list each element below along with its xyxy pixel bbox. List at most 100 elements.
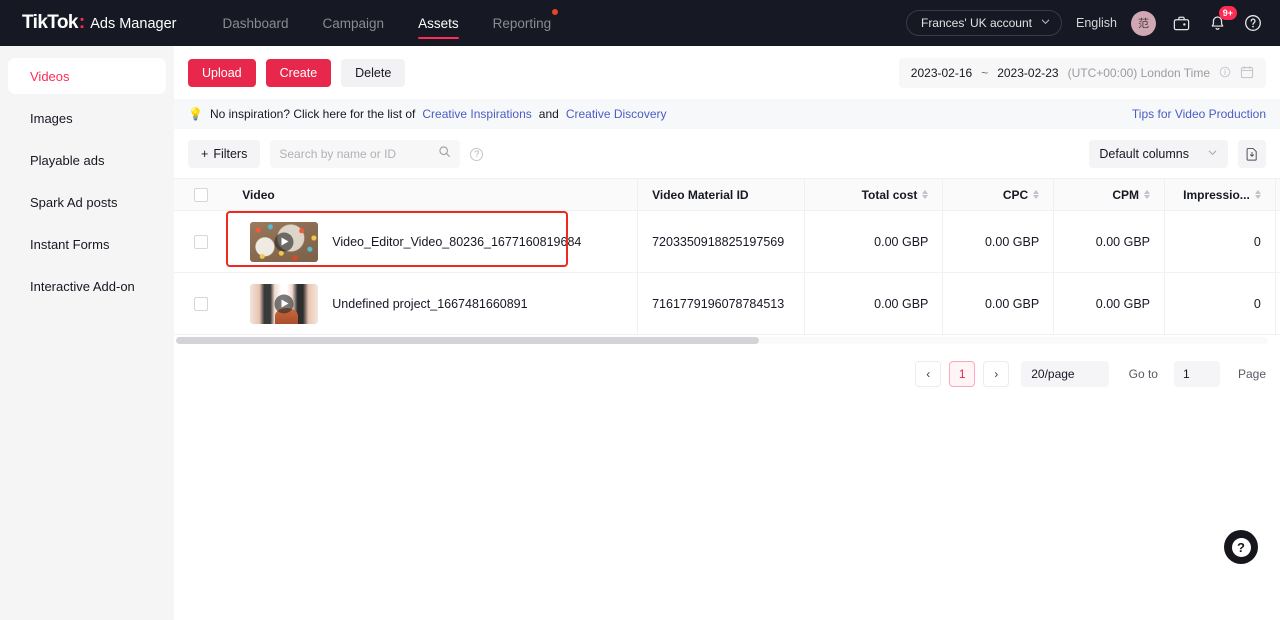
sidebar: Videos Images Playable ads Spark Ad post… — [0, 46, 174, 620]
nav-item-assets[interactable]: Assets — [418, 0, 459, 46]
video-name[interactable]: Undefined project_1667481660891 — [332, 297, 527, 311]
calendar-icon[interactable] — [1240, 65, 1254, 82]
sort-arrows-icon[interactable] — [1144, 190, 1150, 199]
export-button[interactable] — [1238, 140, 1266, 168]
sortable-header[interactable]: CPC — [1002, 187, 1040, 202]
sidebar-item-videos[interactable]: Videos — [8, 58, 166, 94]
delete-button[interactable]: Delete — [341, 59, 406, 87]
header-cpm[interactable]: CPM — [1053, 178, 1165, 211]
goto-page-input[interactable] — [1173, 361, 1220, 387]
sidebar-item-interactive-add-on[interactable]: Interactive Add-on — [8, 268, 166, 304]
sort-arrows-icon[interactable] — [1033, 190, 1040, 199]
language-label: English — [1076, 16, 1117, 30]
header-total-cost[interactable]: Total cost — [804, 178, 944, 211]
sidebar-item-playable-ads[interactable]: Playable ads — [8, 142, 166, 178]
bell-icon[interactable]: 9+ — [1206, 6, 1237, 34]
creative-inspirations-link[interactable]: Creative Inspirations — [422, 107, 531, 121]
row-video-cell[interactable]: Video_Editor_Video_80236_1677160819684 — [228, 210, 639, 273]
scrollbar-thumb[interactable] — [176, 337, 759, 344]
row-cpm: 0.00 GBP — [1053, 210, 1165, 273]
video-thumbnail[interactable] — [250, 283, 319, 324]
avatar-initial: 范 — [1138, 18, 1149, 30]
search-input[interactable] — [279, 147, 439, 161]
header-label: CPC — [1002, 187, 1029, 202]
table-header-row: Video Video Material ID Total cost CPC C… — [174, 178, 1280, 211]
header-video[interactable]: Video — [228, 178, 639, 211]
page-size-selector[interactable]: 20/page — [1021, 361, 1109, 387]
notification-dot-icon — [552, 9, 559, 15]
row-checkbox[interactable] — [194, 296, 209, 311]
main-nav: Dashboard Campaign Assets Reporting — [222, 0, 559, 46]
search-help-icon[interactable]: ? — [470, 147, 484, 161]
export-icon — [1246, 148, 1257, 161]
pagination-prev-button[interactable]: ‹ — [915, 361, 942, 387]
date-start: 2023-02-16 — [910, 66, 973, 80]
inspiration-banner: 💡 No inspiration? Click here for the lis… — [174, 99, 1280, 129]
table-head: Video Video Material ID Total cost CPC C… — [174, 178, 1280, 211]
video-thumbnail[interactable] — [250, 221, 319, 262]
select-all-checkbox[interactable] — [194, 187, 209, 202]
floating-help-button[interactable]: ? — [1224, 530, 1258, 564]
table-row[interactable]: Undefined project_1667481660891 71617791… — [174, 272, 1280, 335]
briefcase-icon[interactable] — [1170, 12, 1192, 34]
date-range-picker[interactable]: 2023-02-16 ~ 2023-02-23 (UTC+00:00) Lond… — [898, 58, 1266, 88]
filters-button[interactable]: + Filters — [188, 140, 261, 168]
header-clicks[interactable]: Clicks — [1275, 178, 1280, 211]
notification-badge: 9+ — [1218, 6, 1237, 20]
main-content: Upload Create Delete 2023-02-16 ~ 2023-0… — [174, 46, 1280, 620]
inspiration-conjunction: and — [538, 107, 559, 121]
pagination-next-button[interactable]: › — [983, 361, 1010, 387]
pagination: ‹ 1 › 20/page Go to Page — [174, 345, 1280, 387]
header-impressions[interactable]: Impressio... — [1164, 178, 1276, 211]
table-row[interactable]: Video_Editor_Video_80236_1677160819684 7… — [174, 210, 1280, 273]
video-name[interactable]: Video_Editor_Video_80236_1677160819684 — [332, 235, 581, 249]
row-total-cost: 0.00 GBP — [804, 210, 944, 273]
help-question-icon: ? — [1231, 537, 1251, 557]
date-separator: ~ — [981, 66, 989, 80]
upload-button[interactable]: Upload — [188, 59, 256, 87]
nav-label: Dashboard — [222, 15, 289, 31]
sort-arrows-icon[interactable] — [922, 190, 929, 199]
create-button[interactable]: Create — [265, 59, 332, 87]
play-icon[interactable] — [274, 294, 294, 313]
brand-suffix: Ads Manager — [90, 16, 177, 32]
sortable-header[interactable]: CPM — [1112, 188, 1150, 202]
row-material-id: 7161779196078784513 — [637, 272, 806, 335]
pagination-page-1[interactable]: 1 — [949, 361, 976, 387]
header-cpc[interactable]: CPC — [942, 178, 1055, 211]
row-cpc: 0.00 GBP — [942, 272, 1055, 335]
columns-selector[interactable]: Default columns — [1089, 140, 1228, 168]
header-video-material-id[interactable]: Video Material ID — [637, 178, 806, 211]
sidebar-item-label: Interactive Add-on — [30, 278, 135, 294]
help-circle-icon[interactable] — [1242, 12, 1264, 34]
nav-item-campaign[interactable]: Campaign — [323, 0, 385, 46]
row-checkbox[interactable] — [194, 234, 209, 249]
date-end: 2023-02-23 — [997, 66, 1059, 80]
brand-logo[interactable]: TikTok : Ads Manager — [22, 12, 176, 34]
avatar[interactable]: 范 — [1131, 10, 1156, 36]
nav-label: Campaign — [322, 15, 385, 31]
nav-item-reporting[interactable]: Reporting — [493, 0, 559, 46]
brand-name: TikTok — [22, 12, 78, 33]
action-toolbar: Upload Create Delete 2023-02-16 ~ 2023-0… — [174, 46, 1280, 99]
play-icon[interactable] — [274, 232, 294, 251]
plus-icon: + — [201, 147, 209, 161]
sidebar-item-label: Playable ads — [30, 152, 105, 168]
header-label: CPM — [1112, 187, 1139, 202]
sidebar-item-spark-ad-posts[interactable]: Spark Ad posts — [8, 184, 166, 220]
language-selector[interactable]: English — [1076, 16, 1117, 30]
creative-discovery-link[interactable]: Creative Discovery — [566, 107, 667, 121]
sortable-header[interactable]: Total cost — [862, 188, 929, 202]
sort-arrows-icon[interactable] — [1254, 190, 1261, 199]
search-icon[interactable] — [438, 145, 451, 163]
nav-item-dashboard[interactable]: Dashboard — [222, 0, 288, 46]
sidebar-item-images[interactable]: Images — [8, 100, 166, 136]
sidebar-item-instant-forms[interactable]: Instant Forms — [8, 226, 166, 262]
row-video-cell[interactable]: Undefined project_1667481660891 — [228, 272, 639, 335]
info-circle-icon[interactable] — [1219, 66, 1231, 81]
table-horizontal-scrollbar[interactable] — [174, 336, 1280, 345]
tips-for-video-production-link[interactable]: Tips for Video Production — [1132, 107, 1266, 121]
account-selector[interactable]: Frances' UK account — [905, 10, 1062, 36]
search-input-wrapper[interactable] — [270, 140, 461, 168]
sortable-header[interactable]: Impressio... — [1183, 188, 1261, 202]
